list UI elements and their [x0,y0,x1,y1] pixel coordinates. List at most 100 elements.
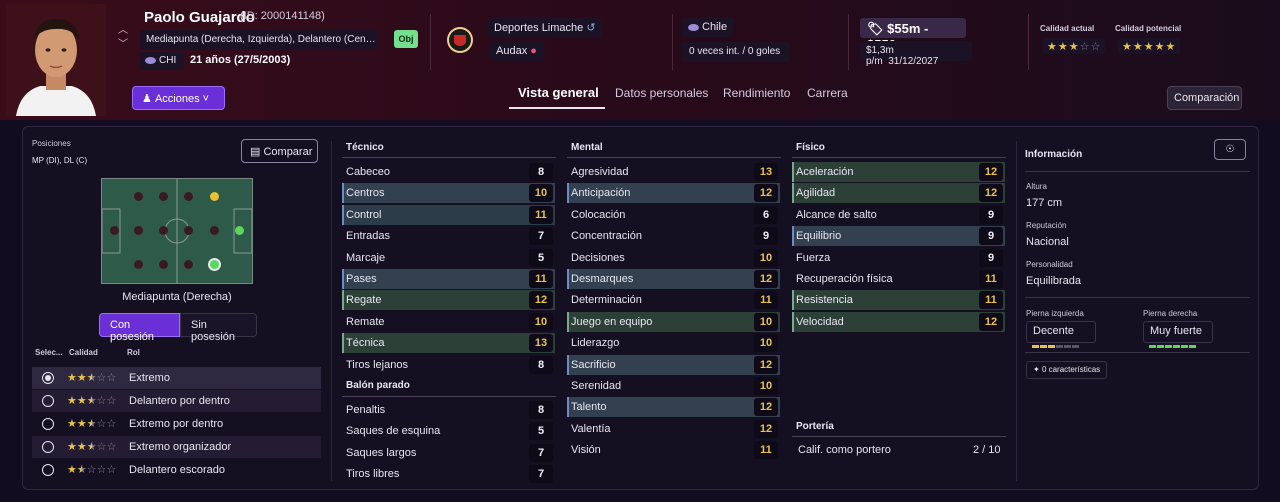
transfer-value[interactable]: 🏷 $55m - $550m [860,18,966,52]
tab-datos-personales[interactable]: Datos personales [615,86,708,100]
comparison-button[interactable]: Comparación [1167,86,1242,110]
attribute-row[interactable]: Recuperación física 11 [792,269,1005,289]
attribute-row[interactable]: Agilidad 12 [792,183,1005,204]
attribute-name: Determinación [571,294,642,307]
chevron-up-icon[interactable]: ︿ [116,24,130,38]
attribute-row[interactable]: Saques largos 7 [342,443,555,463]
role-row[interactable]: ★★★☆☆ Extremo [32,367,321,389]
attribute-value: 11 [754,441,778,460]
right-foot-level-bar [1149,339,1197,348]
attribute-value: 8 [529,355,553,374]
attribute-value: 11 [754,291,778,310]
tab-rendimiento[interactable]: Rendimiento [723,86,790,100]
tab-carrera[interactable]: Carrera [807,86,848,100]
attribute-row[interactable]: Fuerza 9 [792,248,1005,268]
attribute-value: 12 [754,355,778,374]
attribute-value: 13 [529,334,553,353]
attribute-row[interactable]: Sacrificio 12 [567,354,780,375]
chevron-down-icon: ˅ [202,93,210,105]
attribute-row[interactable]: Remate 10 [342,312,555,332]
attribute-row[interactable]: Tiros libres 7 [342,464,555,484]
attribute-value: 9 [979,248,1003,267]
out-of-possession-toggle[interactable]: Sin posesión [180,313,257,343]
attribute-name: Desmarques [571,273,634,285]
attribute-row[interactable]: Talento 12 [567,397,780,418]
attribute-row[interactable]: Entradas 7 [342,226,555,246]
attribute-row[interactable]: Centros 10 [342,183,555,204]
club-name[interactable]: Deportes Limache ↺ [488,17,602,37]
attribute-row[interactable]: Anticipación 12 [567,183,780,204]
tab-vista-general[interactable]: Vista general [518,85,599,100]
attribute-row[interactable]: Agresividad 13 [567,162,780,182]
personality-label: Personalidad [1026,260,1073,269]
in-possession-toggle[interactable]: Con posesión [99,313,180,343]
role-name: Delantero escorado [129,464,226,476]
attribute-row[interactable]: Cabeceo 8 [342,162,555,182]
attribute-row[interactable]: Penaltis 8 [342,400,555,420]
attribute-row[interactable]: Visión 11 [567,440,780,460]
info-options-button[interactable]: ☉ [1214,139,1246,160]
pitch-position-dot [134,226,143,235]
loan-club[interactable]: Audax ● [490,41,543,61]
column-header-select[interactable]: Selec... [35,348,63,357]
role-name: Extremo [129,372,170,384]
role-row[interactable]: ★★★☆☆ Delantero por dentro [32,390,321,412]
traits-chip[interactable]: ✦ 0 características [1026,361,1108,379]
attribute-value: 11 [529,270,553,288]
pitch-lines [102,179,252,283]
attribute-name: Saques largos [346,446,417,459]
attribute-row[interactable]: Técnica 13 [342,333,555,354]
compare-button[interactable]: ▤ Comparar [241,139,318,163]
contract-box: $1,3m p/m 31/12/2027 [860,41,972,67]
role-radio[interactable] [42,418,54,430]
obj-badge[interactable]: Obj [394,30,418,48]
attribute-name: Equilibrio [796,230,842,243]
attribute-row[interactable]: Determinación 11 [567,290,780,310]
chevron-down-icon[interactable]: ﹀ [116,38,130,52]
attribute-row[interactable]: Aceleración 12 [792,162,1005,182]
current-quality-stars: ★★★☆☆ [1043,38,1106,54]
attribute-name: Marcaje [346,251,386,264]
attribute-row[interactable]: Control 11 [342,204,555,225]
attribute-row[interactable]: Valentía 12 [567,419,780,439]
overview-panel: Posiciones MP (DI), DL (C) ▤ Comparar Me… [22,126,1259,490]
attribute-row[interactable]: Serenidad 10 [567,376,780,396]
attribute-row[interactable]: Pases 11 [342,269,555,289]
attribute-row[interactable]: Concentración 9 [567,226,780,246]
attribute-row[interactable]: Saques de esquina 5 [342,421,555,441]
attribute-name: Agresividad [571,166,629,178]
country-box[interactable]: Chile [682,17,734,37]
person-circle-icon: ☉ [1225,144,1235,155]
attribute-value: 7 [529,443,553,462]
attribute-row[interactable]: Resistencia 11 [792,290,1005,311]
attribute-value: 12 [754,270,778,288]
attribute-row[interactable]: Velocidad 12 [792,311,1005,332]
attribute-row[interactable]: Juego en equipo 10 [567,311,780,332]
club-crest-icon[interactable] [446,23,474,57]
attribute-row[interactable]: Alcance de salto 9 [792,205,1005,225]
role-radio[interactable] [42,464,54,476]
attribute-row[interactable]: Tiros lejanos 8 [342,355,555,375]
role-radio[interactable] [42,372,54,384]
attribute-row[interactable]: Desmarques 12 [567,269,780,289]
pitch-position-dot-selected[interactable] [208,258,221,271]
role-row[interactable]: ★★★☆☆ Extremo organizador [32,436,321,458]
divider [848,14,849,70]
role-radio[interactable] [42,441,54,453]
attribute-name: Tiros libres [346,468,400,481]
attribute-row[interactable]: Marcaje 5 [342,248,555,268]
attribute-row[interactable]: Regate 12 [342,290,555,311]
attribute-row[interactable]: Colocación 6 [567,205,780,225]
role-radio[interactable] [42,395,54,407]
attribute-value: 11 [979,291,1003,310]
role-row[interactable]: ★★☆☆☆ Delantero escorado [32,459,321,481]
column-header-role[interactable]: Rol [127,348,140,357]
role-row[interactable]: ★★★☆☆ Extremo por dentro [32,413,321,435]
attribute-row[interactable]: Decisiones 10 [567,248,780,268]
actions-button[interactable]: ♟ Acciones ˅ [132,86,225,110]
attribute-row[interactable]: Liderazgo 10 [567,333,780,353]
attribute-value: 8 [529,401,553,419]
attribute-row[interactable]: Equilibrio 9 [792,226,1005,247]
goalkeeper-rating-label: Calif. como portero [798,444,891,456]
column-header-quality[interactable]: Calidad [69,348,98,357]
